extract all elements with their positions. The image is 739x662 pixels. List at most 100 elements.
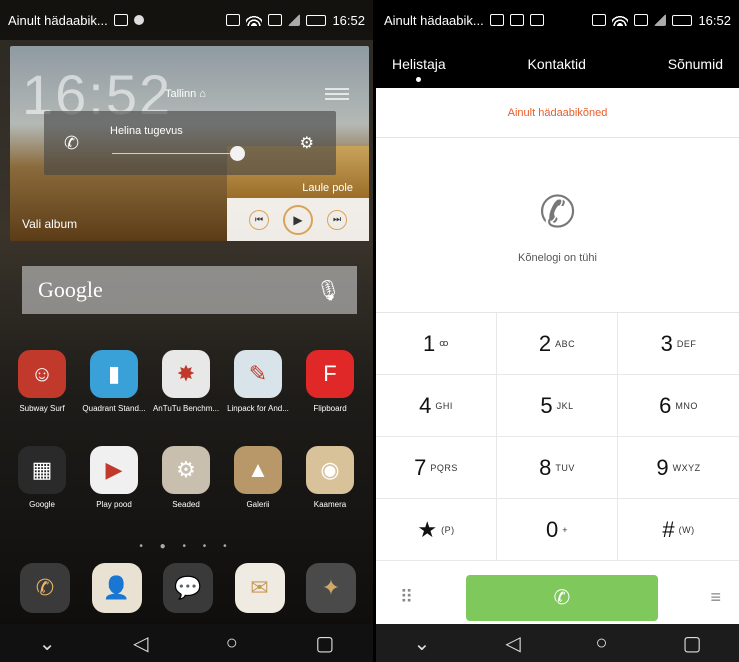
dial-key[interactable]: # (W) — [618, 499, 739, 561]
volume-slider-track[interactable] — [112, 153, 238, 154]
music-title: Laule pole — [302, 182, 353, 194]
dial-key[interactable]: 2 ABC — [497, 313, 618, 375]
dial-key[interactable]: 4 GHI — [376, 375, 497, 437]
dial-key[interactable]: 9 WXYZ — [618, 437, 739, 499]
dial-key-digit: 3 — [660, 330, 673, 356]
play-icon[interactable]: ▶ — [283, 204, 313, 235]
status-time: 16:52 — [332, 12, 365, 28]
app-label: Linpack for And... — [227, 404, 289, 413]
app-antutu[interactable]: ✸ AnTuTu Benchm... — [150, 350, 222, 413]
app-linpack[interactable]: ✎ Linpack for And... — [222, 350, 294, 413]
wifi-icon — [612, 14, 629, 26]
email-icon[interactable]: ✉ — [234, 563, 285, 613]
home-location-icon: ⌂ — [199, 88, 206, 100]
back-icon[interactable]: ◁ — [133, 631, 148, 656]
keypad-toggle-icon[interactable]: ⠿ — [400, 587, 413, 608]
app-subway-surf[interactable]: ☺ Subway Surf — [6, 350, 78, 413]
page-indicator: • ● • • • — [139, 541, 234, 552]
tab-sonumid[interactable]: Sõnumid — [668, 56, 723, 72]
carrier-text: Ainult hädaabik... — [8, 12, 108, 28]
city-label: Tallinn — [165, 88, 197, 100]
signal-icon — [654, 14, 667, 26]
microphone-icon[interactable]: 🎙 — [316, 278, 341, 303]
dial-key-digit: 2 — [538, 330, 552, 356]
app-google-folder[interactable]: ▦ Google — [6, 446, 78, 509]
tab-kontaktid[interactable]: Kontaktid — [528, 56, 586, 72]
phone-icon: ✆ — [539, 187, 576, 237]
chevron-down-icon[interactable]: ⌄ — [413, 631, 430, 656]
flipboard-icon: F — [306, 350, 354, 398]
dial-key[interactable]: 5 JKL — [497, 375, 618, 437]
home-icon[interactable]: ○ — [226, 632, 238, 655]
dial-key-letters: ꝏ — [439, 338, 449, 348]
signal-icon — [288, 14, 301, 26]
call-button[interactable]: ✆ — [465, 574, 658, 621]
next-track-icon[interactable]: ⏭ — [327, 209, 347, 230]
messages-icon[interactable]: 💬 — [163, 563, 213, 613]
usb-icon — [489, 14, 504, 26]
camera-icon: ◉ — [306, 446, 354, 494]
dial-key-letters: TUV — [555, 462, 575, 473]
app-gallery[interactable]: ▲ Galerii — [222, 446, 294, 509]
google-logo: Google — [38, 277, 103, 302]
nfc-icon — [592, 14, 607, 26]
dial-key-digit: ★ — [417, 516, 438, 542]
dial-key[interactable]: 7 PQRS — [376, 437, 497, 499]
app-label: Galerii — [246, 500, 270, 509]
dial-key-digit: # — [662, 516, 675, 542]
app-flipboard[interactable]: F Flipboard — [294, 350, 366, 413]
dial-key[interactable]: 8 TUV — [497, 437, 618, 499]
google-search-bar[interactable]: Google 🎙 — [22, 266, 357, 314]
nfc-icon — [226, 14, 241, 26]
browser-icon[interactable]: ✦ — [306, 563, 356, 613]
dial-key-digit: 8 — [539, 454, 552, 480]
cloud-icon — [509, 14, 524, 26]
phone-icon[interactable]: ✆ — [20, 563, 70, 613]
dial-key-digit: 1 — [423, 330, 436, 356]
app-label: Google — [29, 500, 55, 509]
subway-surf-icon: ☺ — [18, 350, 66, 398]
dial-key[interactable]: 0 + — [497, 499, 618, 561]
empty-log-message: Kõnelogi on tühi — [518, 251, 597, 264]
tab-helistaja[interactable]: Helistaja — [392, 56, 446, 82]
contacts-icon[interactable]: 👤 — [91, 563, 142, 613]
album-label[interactable]: Vali album — [22, 217, 77, 231]
emergency-notice: Ainult hädaabikõned — [376, 88, 739, 138]
menu-icon[interactable]: ≡ — [710, 587, 721, 608]
chevron-down-icon[interactable]: ⌄ — [39, 631, 56, 656]
dialer-tabs: Helistaja Kontaktid Sõnumid — [376, 40, 739, 88]
recents-icon[interactable]: ▢ — [315, 631, 334, 656]
battery-icon — [306, 14, 327, 26]
volume-slider-thumb[interactable] — [230, 146, 245, 161]
app-label: Kaamera — [313, 500, 347, 509]
dial-key-digit: 4 — [419, 392, 432, 418]
city-line: Tallinn ⌂ — [165, 88, 206, 100]
dialer-screen: Ainult hädaabik... 16:52 Helistaja Konta… — [376, 0, 739, 662]
home-screen: Ainult hädaabik... 16:52 16:52 Tallinn ⌂… — [0, 0, 373, 662]
dial-key[interactable]: 6 MNO — [618, 375, 739, 437]
dial-keypad: 1 ꝏ 2 ABC 3 DEF 4 GHI 5 JKL 6 MNO 7 PQRS 8 TUV 9 WXYZ ★ (P)… — [376, 313, 739, 561]
dial-key-digit: 0 — [545, 516, 559, 542]
dial-key-letters: PQRS — [430, 462, 458, 473]
app-settings[interactable]: ⚙ Seaded — [150, 446, 222, 509]
dial-key[interactable]: 3 DEF — [618, 313, 739, 375]
notification-icon — [133, 15, 144, 25]
antutu-icon: ✸ — [162, 350, 210, 398]
dial-key[interactable]: ★ (P) — [376, 499, 497, 561]
dial-key-letters: JKL — [556, 400, 574, 411]
previous-track-icon[interactable]: ⏮ — [249, 209, 269, 230]
sim-icon — [634, 14, 649, 26]
gear-icon[interactable]: ⚙ — [300, 133, 314, 153]
app-label: AnTuTu Benchm... — [152, 404, 220, 413]
app-quadrant[interactable]: ▮ Quadrant Stand... — [78, 350, 150, 413]
recents-icon[interactable]: ▢ — [683, 631, 702, 656]
widget-menu-icon[interactable] — [325, 88, 349, 103]
app-play-store[interactable]: ▶ Play pood — [78, 446, 150, 509]
back-icon[interactable]: ◁ — [505, 631, 520, 656]
dial-key-letters: GHI — [435, 400, 453, 411]
google-folder-icon: ▦ — [18, 446, 66, 494]
usb-icon — [113, 14, 128, 26]
dial-key[interactable]: 1ꝏ — [376, 313, 497, 375]
app-camera[interactable]: ◉ Kaamera — [294, 446, 366, 509]
home-icon[interactable]: ○ — [596, 632, 608, 655]
